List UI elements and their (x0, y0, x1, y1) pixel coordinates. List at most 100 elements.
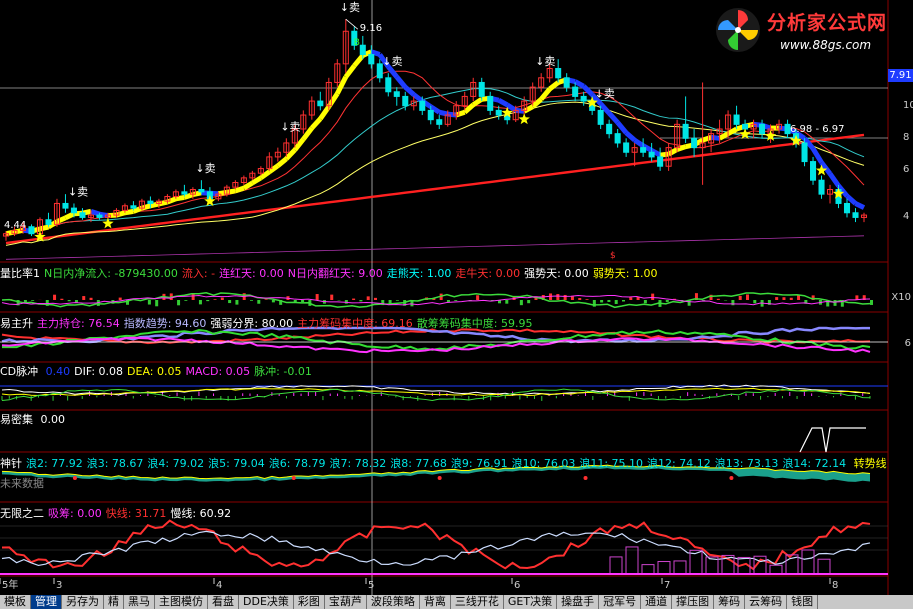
candle-body (843, 202, 851, 214)
candle-body (648, 151, 655, 158)
tab-18[interactable]: 筹码 (714, 595, 746, 609)
candle-body (436, 119, 443, 125)
trend-band-segment (309, 117, 323, 130)
tab-2[interactable]: 另存为 (62, 595, 104, 609)
price-axis-label: 6 (903, 164, 909, 175)
indicator-value: 慢线: 60.92 (170, 507, 232, 520)
ddx-bar (82, 296, 86, 300)
panel-title: 量比率1 (0, 267, 40, 280)
indicator-value: 浪13: 73.13 (714, 457, 779, 470)
absorb-box (801, 549, 815, 575)
tab-12[interactable]: 三线开花 (451, 595, 504, 609)
tab-7[interactable]: DDE决策 (239, 595, 294, 609)
panel-header-sz: 神针 浪2: 77.92 浪3: 78.67 浪4: 79.02 浪5: 79.04 浪6… (0, 456, 891, 471)
site-logo[interactable]: 分析家公式网 www.88gs.com (712, 4, 912, 56)
trend-band-segment (845, 194, 858, 206)
tab-14[interactable]: 操盘手 (557, 595, 600, 609)
sell-signal-label: ↓卖 (340, 1, 360, 14)
trend-band-segment (352, 53, 365, 68)
level-price-label: 6.98 - 6.97 (790, 124, 845, 135)
ddx-bar (301, 300, 305, 303)
tab-16[interactable]: 通道 (641, 595, 673, 609)
sell-signal-label: ↓卖 (280, 120, 300, 133)
ddx-bar (352, 298, 356, 300)
ddx-bar (578, 298, 582, 300)
tab-3[interactable]: 精 (104, 595, 124, 609)
trend-band-segment (226, 188, 236, 195)
trend-band-segment (284, 148, 297, 161)
tab-15[interactable]: 冠军号 (599, 595, 642, 609)
trend-band-segment (343, 64, 357, 79)
ddx-bar (250, 300, 253, 301)
ddx-bar (366, 296, 370, 300)
ddx-bar (556, 294, 560, 300)
tab-0[interactable]: 模板 (0, 595, 31, 609)
trend-band-segment (581, 84, 594, 97)
indicator-value: 浪2: 77.92 (26, 457, 83, 470)
ddx-bar (527, 300, 531, 304)
candle-body (852, 212, 859, 218)
indicator-value: 转势线 (850, 457, 887, 470)
ddx-bar (191, 293, 195, 300)
tab-1[interactable]: 管理 (31, 595, 62, 609)
trend-band-segment (827, 172, 841, 188)
absorb-box (769, 564, 783, 575)
trend-band-segment (412, 92, 424, 104)
trend-band-segment (607, 111, 620, 125)
candle-body (359, 44, 366, 56)
trend-band-segment (149, 201, 160, 209)
logo-title: 分析家公式网 (767, 12, 888, 34)
indicator-value: 0.00 (37, 413, 65, 426)
trend-band-segment (301, 126, 314, 141)
candle-body (385, 77, 392, 93)
ddx-bar (454, 300, 458, 301)
panel-header-ddx: 量比率1 N日内净流入: -879430.00 流入: - 连红天: 0.00 N日内翻… (0, 266, 662, 281)
time-axis-label: 5 (368, 580, 374, 591)
indicator-value: 浪14: 72.14 (782, 457, 847, 470)
indicator-value: 浪11: 75.10 (579, 457, 644, 470)
indicator-value: 走牛天: 0.00 (455, 267, 521, 280)
candle-body (198, 189, 205, 193)
ddx-bar (206, 300, 210, 302)
ddx-bar (505, 300, 509, 304)
trend-band-segment (497, 97, 509, 107)
indicator-value: 主力筹码集中度: 69.16 (297, 317, 413, 330)
ddx-bar (753, 300, 757, 304)
tab-9[interactable]: 宝葫芦 (325, 595, 367, 609)
ma-long-line (5, 133, 865, 245)
tab-19[interactable]: 云筹码 (745, 595, 788, 609)
candle-body (317, 100, 324, 107)
trend-band-segment (90, 208, 101, 217)
panel-header-wx: 无限之二 吸筹: 0.00 快线: 31.71 慢线: 60.92 (0, 506, 235, 521)
trend-band-segment (234, 185, 245, 194)
indicator-value: 强弱分界: 80.00 (210, 317, 294, 330)
ddx-bar (235, 300, 239, 305)
trend-band-segment (573, 79, 585, 89)
trend-band-segment (615, 120, 629, 135)
trend-band-segment (854, 201, 866, 210)
tab-10[interactable]: 波段策略 (367, 595, 420, 609)
tab-6[interactable]: 看盘 (208, 595, 239, 609)
panel-header-mj: 易密集 0.00 (0, 412, 69, 427)
ddx-bar (198, 300, 202, 305)
ddx-bar (746, 294, 749, 300)
buy-star-marker (518, 113, 530, 125)
tab-11[interactable]: 背离 (420, 595, 451, 609)
ddx-bar (177, 300, 181, 306)
tab-20[interactable]: 钱图 (787, 595, 819, 609)
tab-17[interactable]: 撑压图 (672, 595, 715, 609)
density-step-line (799, 427, 866, 453)
indicator-value: N日内净流入: -879430.00 (44, 267, 178, 280)
ddx-bar (665, 300, 669, 302)
tab-13[interactable]: GET决策 (504, 595, 558, 609)
tab-8[interactable]: 彩图 (294, 595, 325, 609)
tab-5[interactable]: 主图模仿 (155, 595, 208, 609)
indicator-value: 浪10: 76.03 (511, 457, 576, 470)
trend-band-segment (633, 138, 645, 148)
absorb-box (673, 560, 687, 575)
panel-title: 神针 (0, 457, 22, 470)
candle-body (657, 156, 664, 167)
tab-4[interactable]: 黑马 (124, 595, 155, 609)
trend-band-segment (471, 97, 484, 107)
ddx-bar (622, 300, 625, 302)
